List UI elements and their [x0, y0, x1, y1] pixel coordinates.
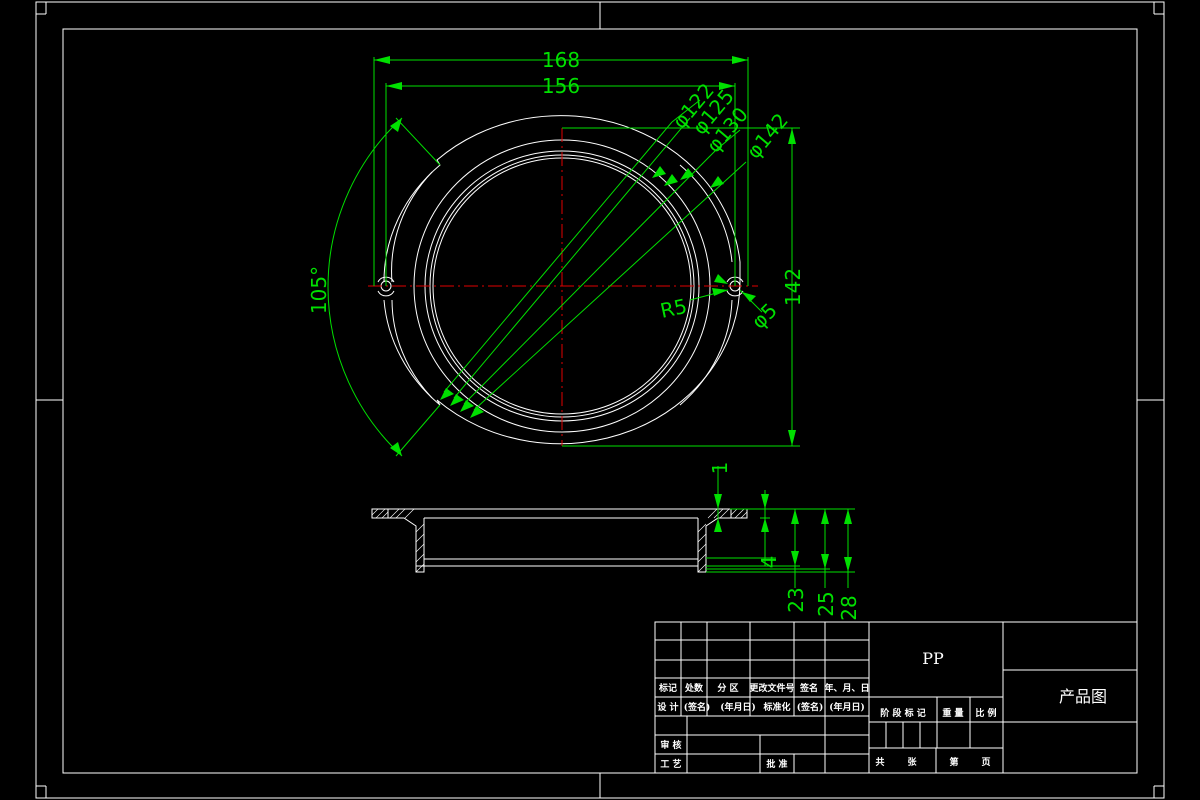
- material-label: PP: [922, 649, 944, 668]
- tb-sheets: 张: [907, 756, 917, 768]
- tb-sign-name: (签名): [684, 701, 711, 713]
- dim-hole-dia-5: φ5: [747, 298, 782, 333]
- tb-zone: 分 区: [717, 682, 738, 694]
- dim-23: 23: [784, 587, 808, 612]
- dim-25: 25: [814, 591, 838, 616]
- tb-standardize: 标准化: [762, 701, 790, 713]
- tb-review: 审 核: [660, 739, 681, 751]
- section-view-dimensions: 1 4 23 25 28: [706, 462, 861, 621]
- tb-process: 工 艺: [660, 758, 681, 770]
- dim-28: 28: [837, 595, 861, 620]
- tb-signee: (签名): [797, 701, 824, 713]
- dim-142: 142: [781, 268, 805, 306]
- tb-approve: 批 准: [766, 758, 787, 770]
- dim-angle-105: 105°: [307, 266, 331, 314]
- tb-count: 处数: [684, 682, 704, 694]
- tb-page: 页: [981, 757, 990, 768]
- tb-scale: 比 例: [975, 707, 996, 719]
- tb-design: 设 计: [657, 701, 678, 713]
- tb-change-doc: 更改文件号: [749, 682, 794, 694]
- tb-total: 共: [875, 756, 884, 768]
- tb-date: 年、月、日: [824, 682, 869, 694]
- drawing-title: 产品图: [1059, 687, 1107, 706]
- tb-ymd2: (年月日): [829, 701, 865, 713]
- dim-r5: R5: [658, 294, 689, 323]
- tb-mark: 标记: [658, 682, 677, 694]
- drawing-frame: [35, 1, 1165, 799]
- dim-4: 4: [757, 556, 781, 569]
- tb-stage-mark: 阶 段 标 记: [880, 707, 925, 719]
- title-block: 标记 处数 分 区 更改文件号 签名 年、月、日 设 计 (签名) (年月日) …: [654, 621, 1138, 774]
- dim-168: 168: [542, 48, 580, 72]
- top-view: [368, 115, 758, 446]
- tb-weight: 重 量: [942, 707, 963, 719]
- dim-156: 156: [542, 74, 580, 98]
- cad-drawing: 168 156 φ122 φ125 φ130 φ142 142 105° R5 …: [35, 1, 1165, 799]
- tb-page-no: 第: [949, 756, 958, 768]
- dim-1: 1: [708, 462, 732, 475]
- tb-ymd1: (年月日): [720, 701, 756, 713]
- tb-sign: 签名: [799, 682, 818, 694]
- section-view: [371, 508, 748, 573]
